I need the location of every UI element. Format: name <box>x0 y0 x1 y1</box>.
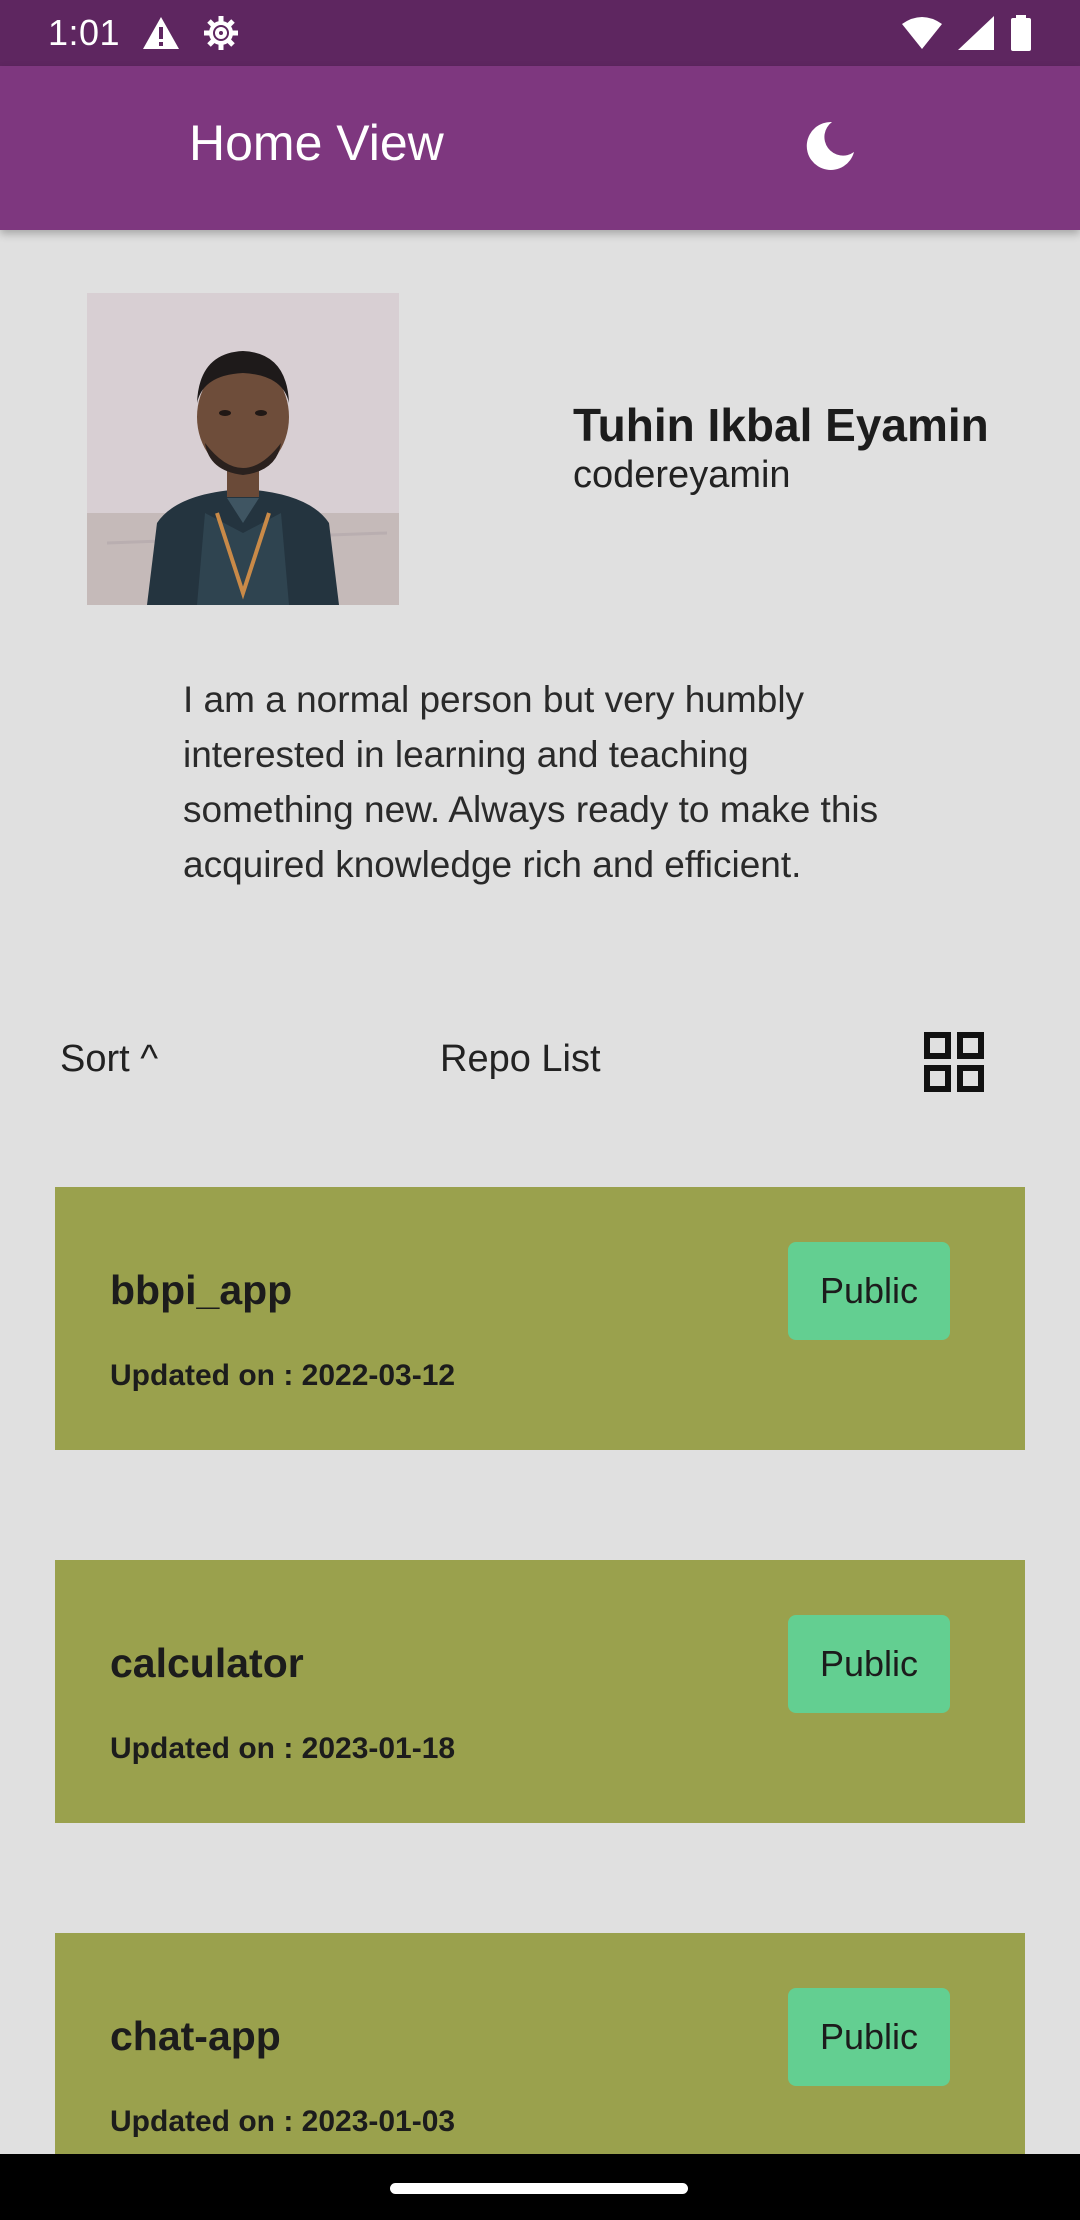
status-time: 1:01 <box>48 12 121 53</box>
profile-bio: I am a normal person but very humbly int… <box>183 679 879 885</box>
grid-view-toggle[interactable] <box>918 1028 990 1100</box>
repo-list-title: Repo List <box>440 1038 601 1080</box>
repo-name: calculator <box>110 1640 304 1686</box>
repo-card[interactable]: calculator Updated on : 2023-01-18 Publi… <box>55 1560 1025 1823</box>
screen: 1:01 Home View Tuhin Ikbal Eyamin codere… <box>0 0 1080 2220</box>
sort-button[interactable]: Sort ^ <box>60 1038 158 1081</box>
repo-updated-date: Updated on : 2022-03-12 <box>110 1359 456 1392</box>
battery-icon <box>1010 15 1032 51</box>
app-bar: Home View <box>0 66 1080 230</box>
repo-card[interactable]: bbpi_app Updated on : 2022-03-12 Public <box>55 1187 1025 1450</box>
repo-name: chat-app <box>110 2013 281 2059</box>
profile-username: codereyamin <box>573 454 791 496</box>
moon-icon <box>802 118 858 179</box>
avatar <box>87 293 399 605</box>
visibility-badge: Public <box>788 1242 950 1340</box>
profile-name: Tuhin Ikbal Eyamin <box>573 399 989 451</box>
repo-name: bbpi_app <box>110 1267 293 1313</box>
theme-toggle-button[interactable] <box>792 110 868 186</box>
settings-gear-icon <box>202 14 240 52</box>
avatar-photo <box>87 293 399 605</box>
warning-icon <box>142 16 180 50</box>
signal-icon <box>958 16 994 50</box>
visibility-badge: Public <box>788 1988 950 2086</box>
repo-list: bbpi_app Updated on : 2022-03-12 Public … <box>55 1187 1025 2220</box>
status-left: 1:01 <box>48 12 240 54</box>
status-right <box>902 15 1032 51</box>
app-title: Home View <box>189 115 444 171</box>
wifi-icon <box>902 16 942 50</box>
grid-view-icon <box>924 1031 984 1097</box>
status-bar: 1:01 <box>0 0 1080 66</box>
visibility-badge: Public <box>788 1615 950 1713</box>
repo-updated-date: Updated on : 2023-01-18 <box>110 1732 456 1765</box>
home-gesture-handle[interactable] <box>390 2183 688 2194</box>
repo-updated-date: Updated on : 2023-01-03 <box>110 2105 456 2138</box>
